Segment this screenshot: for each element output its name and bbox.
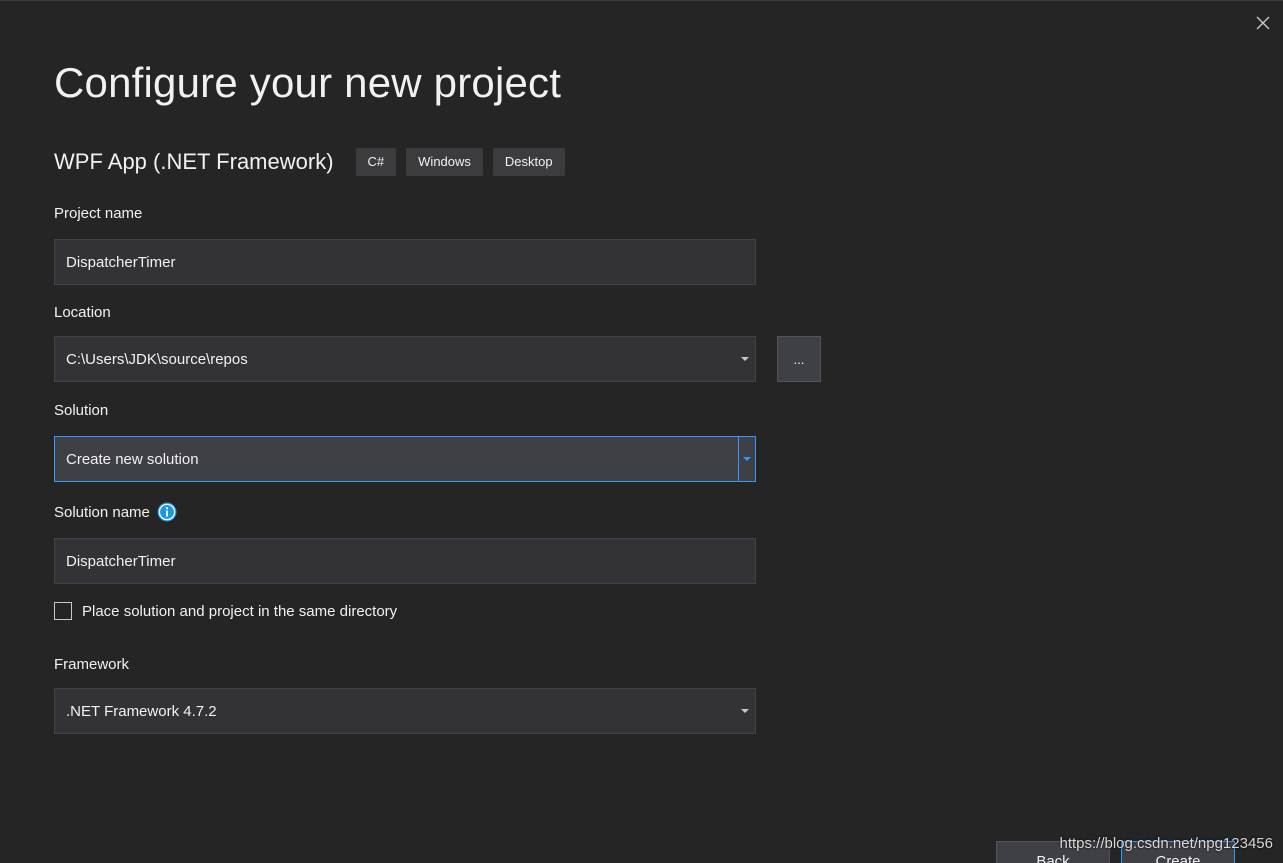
chevron-down-icon[interactable] bbox=[737, 689, 753, 733]
close-icon bbox=[1256, 16, 1270, 30]
watermark-text: https://blog.csdn.net/npg123456 bbox=[1059, 835, 1273, 852]
project-name-input[interactable] bbox=[66, 253, 755, 271]
tag-language: C# bbox=[355, 148, 397, 176]
project-name-field[interactable] bbox=[54, 239, 756, 285]
solution-value: Create new solution bbox=[66, 450, 199, 468]
chevron-down-icon[interactable] bbox=[738, 437, 755, 481]
framework-value: .NET Framework 4.7.2 bbox=[66, 702, 217, 720]
framework-label: Framework bbox=[54, 656, 130, 673]
same-directory-checkbox[interactable] bbox=[54, 602, 72, 620]
page-title: Configure your new project bbox=[54, 59, 562, 106]
solution-name-label-row: Solution name bbox=[54, 502, 177, 522]
solution-name-input[interactable] bbox=[66, 552, 755, 570]
template-info: WPF App (.NET Framework) C# Windows Desk… bbox=[54, 147, 575, 177]
solution-label: Solution bbox=[54, 402, 109, 419]
browse-location-button[interactable]: ... bbox=[777, 336, 821, 382]
location-combobox[interactable]: C:\Users\JDK\source\repos bbox=[54, 336, 756, 382]
tag-project-type: Desktop bbox=[492, 148, 565, 176]
info-icon[interactable] bbox=[157, 502, 177, 522]
location-label: Location bbox=[54, 304, 111, 321]
same-directory-option[interactable]: Place solution and project in the same d… bbox=[54, 602, 397, 620]
location-value: C:\Users\JDK\source\repos bbox=[66, 350, 248, 368]
same-directory-label: Place solution and project in the same d… bbox=[82, 602, 398, 620]
solution-name-label: Solution name bbox=[54, 503, 150, 521]
chevron-down-icon[interactable] bbox=[737, 337, 753, 381]
tag-platform: Windows bbox=[406, 148, 483, 176]
configure-project-dialog: Configure your new project WPF App (.NET… bbox=[0, 0, 1283, 863]
framework-combobox[interactable]: .NET Framework 4.7.2 bbox=[54, 688, 756, 734]
template-name: WPF App (.NET Framework) bbox=[54, 149, 334, 174]
project-name-label: Project name bbox=[54, 205, 143, 222]
solution-combobox[interactable]: Create new solution bbox=[54, 436, 756, 482]
close-button[interactable] bbox=[1251, 11, 1275, 35]
solution-name-field[interactable] bbox=[54, 538, 756, 584]
